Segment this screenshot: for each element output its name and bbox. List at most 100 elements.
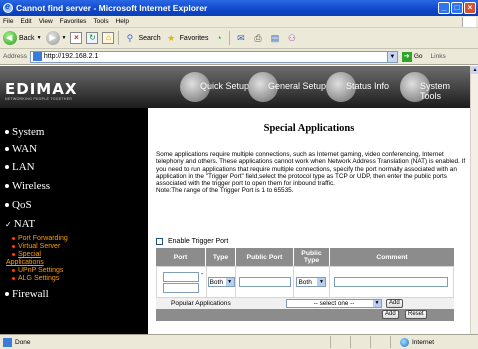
sidebar-item-nat[interactable]: ✓ NAT <box>5 218 35 230</box>
mail-icon[interactable]: ✉ <box>234 32 247 44</box>
bullet-icon <box>5 184 9 188</box>
nav-status-info[interactable]: Status Info <box>326 72 389 102</box>
sidebar-item-firewall[interactable]: Firewall <box>5 288 49 300</box>
toolbar-separator <box>229 31 231 45</box>
go-arrow-icon: ➜ <box>401 51 412 62</box>
popular-add-button[interactable]: Add <box>386 299 403 308</box>
header-public-port: Public Port <box>236 248 294 266</box>
menu-edit[interactable]: Edit <box>20 18 31 25</box>
sidebar-item-system[interactable]: System <box>5 126 44 138</box>
note-text: Note:The range of the Trigger Port is 1 … <box>156 187 294 195</box>
refresh-icon[interactable]: ↻ <box>86 32 99 44</box>
sidebar-item-wireless[interactable]: Wireless <box>5 180 50 192</box>
zone-label: Internet <box>412 338 435 346</box>
windows-logo-icon <box>462 17 476 27</box>
address-url: http://192.168.2.1 <box>43 53 99 60</box>
public-port-input[interactable] <box>238 277 291 287</box>
back-arrow-icon <box>3 31 17 45</box>
window-titlebar: Cannot find server - Microsoft Internet … <box>0 0 478 16</box>
window-title: Cannot find server - Microsoft Internet … <box>16 3 208 13</box>
popular-applications-select[interactable]: -- select one -- ▼ <box>286 299 382 308</box>
port-cell: - <box>157 267 207 297</box>
port-separator: - <box>200 270 204 278</box>
menu-help[interactable]: Help <box>116 18 129 25</box>
address-bar: Address http://192.168.2.1 ▼ ➜ Go Links <box>0 49 478 65</box>
history-icon[interactable]: ◔ <box>212 32 225 44</box>
port-inputs: - <box>163 271 203 293</box>
reset-button[interactable]: Reset <box>405 310 427 319</box>
nav-quick-setup[interactable]: Quick Setup <box>180 72 249 102</box>
forward-button[interactable]: ▼ <box>45 31 66 45</box>
sidebar-item-wan[interactable]: WAN <box>5 143 37 155</box>
close-button[interactable]: × <box>464 2 476 14</box>
description-text: Some applications require multiple conne… <box>156 151 466 188</box>
page-icon <box>32 52 42 61</box>
popular-applications-label: Popular Applications <box>171 300 231 307</box>
chevron-down-icon[interactable]: ▼ <box>386 51 397 62</box>
page-title: Special Applications <box>263 123 355 134</box>
menu-view[interactable]: View <box>39 18 53 25</box>
minimize-button[interactable]: _ <box>438 2 450 14</box>
enable-trigger-label: Enable Trigger Port <box>168 238 229 245</box>
home-icon[interactable]: ⌂ <box>102 32 115 44</box>
main-panel: Special Applications Some applications r… <box>148 108 470 334</box>
header-comment: Comment <box>376 253 408 261</box>
nav-system-tools[interactable]: System Tools <box>400 72 470 102</box>
sidebar-item-upnp-settings[interactable]: UPnP Settings <box>12 267 63 274</box>
address-label: Address <box>3 53 27 60</box>
menu-bar: File Edit View Favorites Tools Help <box>0 16 478 28</box>
edit-icon[interactable]: ▤ <box>268 32 281 44</box>
port-start-input[interactable] <box>163 271 200 282</box>
chevron-down-icon: ▼ <box>225 278 234 286</box>
page-done-icon <box>3 337 12 347</box>
public-type-select[interactable]: Both ▼ <box>296 277 327 287</box>
star-icon: ★ <box>167 33 176 43</box>
add-button[interactable]: Add <box>382 310 399 319</box>
ie-icon <box>3 1 13 13</box>
security-zone: Internet <box>400 337 435 347</box>
header-public-type: Public Type <box>294 248 330 266</box>
back-label: Back <box>19 34 35 42</box>
table-row: - Both ▼ Both ▼ <box>156 266 454 298</box>
address-input[interactable]: http://192.168.2.1 ▼ <box>29 50 398 63</box>
links-button[interactable]: Links <box>431 53 446 60</box>
chevron-down-icon: ▼ <box>373 300 381 307</box>
favorites-button[interactable]: ★ Favorites <box>165 32 208 44</box>
enable-trigger-port[interactable]: Enable Trigger Port <box>156 238 228 245</box>
scroll-up-icon[interactable]: ▲ <box>471 66 478 74</box>
table-header: Port Type Public Port Public Type Commen… <box>156 248 454 266</box>
menu-favorites[interactable]: Favorites <box>60 18 87 25</box>
sidebar: System WAN LAN Wireless QoS ✓ NAT Port F… <box>0 108 148 334</box>
sidebar-item-lan[interactable]: LAN <box>5 161 35 173</box>
bullet-icon <box>12 245 15 248</box>
comment-input[interactable] <box>334 277 449 287</box>
globe-icon <box>400 337 409 347</box>
menu-tools[interactable]: Tools <box>93 18 108 25</box>
nav-general-setup[interactable]: General Setup <box>248 72 326 102</box>
maximize-button[interactable]: □ <box>451 2 463 14</box>
edimax-logo: EDIMAX <box>5 80 78 98</box>
toolbar-separator <box>118 31 120 45</box>
menu-file[interactable]: File <box>3 18 13 25</box>
go-button[interactable]: ➜ Go <box>401 51 423 62</box>
messenger-icon[interactable]: ⚇ <box>285 32 298 44</box>
sidebar-item-virtual-server[interactable]: Virtual Server <box>12 243 60 250</box>
sidebar-item-special-applications-cont[interactable]: Applications <box>6 259 44 266</box>
logo-tagline: NETWORKING PEOPLE TOGETHER <box>5 97 73 101</box>
port-end-input[interactable] <box>163 282 200 293</box>
sidebar-item-qos[interactable]: QoS <box>5 199 32 211</box>
type-cell: Both ▼ <box>207 267 237 297</box>
back-button[interactable]: Back ▼ <box>3 31 42 45</box>
stop-icon[interactable]: × <box>70 32 83 44</box>
enable-trigger-checkbox[interactable] <box>156 238 163 245</box>
sidebar-item-special-applications[interactable]: Special <box>12 251 41 258</box>
type-select[interactable]: Both ▼ <box>207 277 235 287</box>
status-text: Done <box>15 338 31 346</box>
vertical-scrollbar[interactable]: ▲ <box>470 66 478 334</box>
status-separator <box>330 336 331 348</box>
sidebar-item-alg-settings[interactable]: ALG Settings <box>12 275 59 282</box>
search-button[interactable]: ⚲ Search <box>123 32 161 44</box>
print-icon[interactable]: ⎙ <box>251 32 264 44</box>
sidebar-item-port-forwarding[interactable]: Port Forwarding <box>12 235 68 242</box>
browser-toolbar: Back ▼ ▼ × ↻ ⌂ ⚲ Search ★ Favorites ◔ ✉ … <box>0 28 478 49</box>
